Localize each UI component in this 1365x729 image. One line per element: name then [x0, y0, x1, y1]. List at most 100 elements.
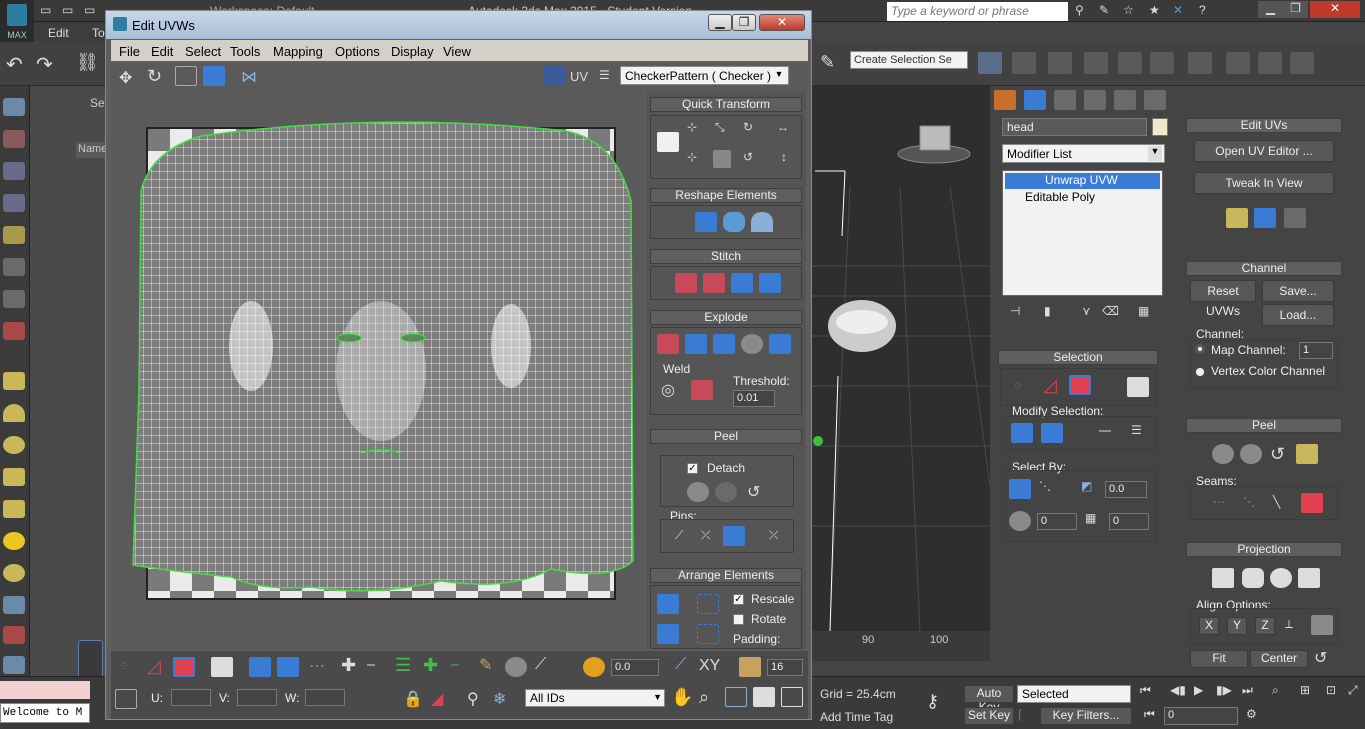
graphite-icon[interactable]	[1084, 52, 1108, 74]
help-icon[interactable]: ?	[1199, 3, 1206, 17]
rotate-ccw-icon[interactable]: ↺	[743, 150, 753, 164]
menu-file[interactable]: File	[119, 44, 140, 59]
object-name-field[interactable]: head	[1002, 118, 1147, 136]
soft-selection-icon[interactable]	[583, 657, 605, 677]
time-config-icon[interactable]: ⚙	[1246, 707, 1257, 721]
relax-icon[interactable]	[723, 212, 745, 232]
layer-icon[interactable]	[1048, 52, 1072, 74]
curve-editor-icon[interactable]	[1118, 52, 1142, 74]
atom-icon[interactable]	[3, 626, 25, 644]
display-tab-icon[interactable]	[1114, 90, 1136, 110]
grid-icon[interactable]	[3, 194, 25, 212]
mirror-icon[interactable]	[978, 52, 1002, 74]
quick-peel-icon[interactable]	[1212, 444, 1234, 464]
stack-item-editable-poly[interactable]: Editable Poly	[1005, 190, 1160, 206]
new-file-icon[interactable]: ▭	[40, 3, 51, 17]
paint-select-icon[interactable]: ✎	[479, 655, 492, 675]
disc-icon[interactable]	[3, 564, 25, 582]
u-spinner[interactable]	[171, 689, 211, 706]
menu-options[interactable]: Options	[335, 44, 380, 59]
application-button[interactable]: MAX	[0, 0, 34, 42]
space-vertical-icon[interactable]: ↕	[781, 150, 787, 164]
reset-uvws-button[interactable]: Reset UVWs	[1190, 280, 1256, 318]
render-setup-icon[interactable]	[1226, 52, 1250, 74]
uv-mode-label[interactable]: UV	[570, 69, 588, 84]
straighten-selection-icon[interactable]	[695, 212, 717, 232]
point-to-point-seam-icon[interactable]: ⋯	[1213, 495, 1225, 509]
texture-dropdown[interactable]: CheckerPattern ( Checker ) ▼	[620, 66, 789, 85]
menu-select[interactable]: Select	[185, 44, 221, 59]
arrange-elements-rollout[interactable]: Arrange Elements	[650, 568, 802, 583]
stitch-to-source-icon[interactable]	[703, 273, 725, 293]
cone-icon[interactable]	[3, 500, 25, 518]
peel-mode-uv-icon[interactable]	[715, 482, 737, 502]
menu-tools[interactable]: Tools	[230, 44, 260, 59]
rescale-checkbox[interactable]: ✓	[733, 594, 744, 605]
cylindrical-projection-icon[interactable]	[1242, 568, 1264, 588]
exchange-icon[interactable]: ✕	[1173, 3, 1183, 17]
auto-key-button[interactable]: Auto Key	[964, 685, 1014, 714]
space-horizontal-icon[interactable]: ↔	[777, 120, 789, 134]
hemisphere-icon[interactable]	[3, 404, 25, 422]
select-by-angle-spinner[interactable]: 0.0	[1105, 481, 1147, 498]
soft-selection-value[interactable]: 0.0	[611, 659, 659, 676]
stitch-to-target-icon[interactable]	[759, 273, 781, 293]
save-file-icon[interactable]: ▭	[84, 3, 95, 17]
weld-target-icon[interactable]	[691, 380, 713, 400]
v-spinner[interactable]	[237, 689, 277, 706]
align-horizontal-icon[interactable]: ⊹	[687, 120, 697, 134]
rotate-checkbox[interactable]	[733, 614, 744, 625]
menu-view[interactable]: View	[443, 44, 471, 59]
select-by-angle-icon[interactable]: ◩	[1081, 479, 1092, 493]
selection-rollout-title[interactable]: Selection	[998, 350, 1158, 365]
stack-item-unwrap-uvw[interactable]: Unwrap UVW	[1005, 173, 1160, 189]
reset-projection-icon[interactable]: ↺	[1314, 648, 1327, 668]
material-icon[interactable]	[3, 130, 25, 148]
window-close-button[interactable]: ✕	[759, 14, 805, 31]
bone-icon[interactable]	[3, 656, 25, 674]
flatten-by-polygon-icon[interactable]	[657, 334, 679, 354]
object-color-swatch[interactable]	[1152, 118, 1168, 136]
redo-icon[interactable]: ↷	[36, 52, 53, 77]
close-button[interactable]: ✕	[1310, 1, 1360, 18]
absolute-mode-icon[interactable]	[115, 689, 137, 709]
pack-together-icon[interactable]	[657, 624, 679, 644]
hierarchy-tab-icon[interactable]	[1054, 90, 1076, 110]
tweak-in-view-button[interactable]: Tweak In View	[1194, 172, 1334, 194]
zoom-uv-icon[interactable]: ⌕	[699, 687, 709, 708]
configure-sets-icon[interactable]: ▦	[1138, 304, 1149, 318]
freeform-icon[interactable]	[203, 66, 225, 86]
peel-rollout[interactable]: Peel	[650, 429, 802, 444]
edge-mode-icon[interactable]: ◿	[1043, 375, 1057, 396]
menu-mapping[interactable]: Mapping	[273, 44, 323, 59]
align-vertical-icon[interactable]: ⊹	[687, 150, 697, 164]
center-button[interactable]: Center	[1250, 650, 1308, 668]
shrink-selection-icon[interactable]	[1041, 423, 1063, 443]
map-channel-spinner[interactable]: 1	[1299, 342, 1333, 359]
binoculars-icon[interactable]: ⚲	[1075, 3, 1084, 17]
grow-uv-icon[interactable]	[249, 657, 271, 677]
reset-peel-icon[interactable]: ↺	[1270, 444, 1285, 465]
auto-pin-icon[interactable]: ⤫	[769, 528, 779, 543]
select-by-element-icon[interactable]	[1009, 479, 1031, 499]
load-button[interactable]: Load...	[1262, 304, 1334, 326]
polygon-subobject-icon[interactable]	[173, 657, 195, 677]
ribbon-icon[interactable]	[3, 596, 25, 614]
material-editor-icon[interactable]	[1188, 52, 1212, 74]
key-mode-icon[interactable]: ⏮	[1144, 707, 1155, 722]
show-end-result-icon[interactable]: ▮	[1044, 304, 1051, 318]
align-z-button[interactable]: Z	[1255, 617, 1275, 635]
menu-tools[interactable]: To	[92, 26, 105, 40]
align-icon[interactable]	[1012, 52, 1036, 74]
element-subobject-icon[interactable]	[211, 657, 233, 677]
stitch-custom-icon[interactable]	[675, 273, 697, 293]
shrink-uv-icon[interactable]	[277, 657, 299, 677]
zoom-all-icon[interactable]: ⊞	[1300, 683, 1310, 697]
set-key-button[interactable]: Set Key	[964, 707, 1014, 725]
modifier-list-dropdown[interactable]: Modifier List ▼	[1002, 144, 1165, 163]
peel-icon[interactable]	[1240, 444, 1262, 464]
view-align-icon[interactable]	[1311, 615, 1333, 635]
open-uv-editor-button[interactable]: Open UV Editor ...	[1194, 140, 1334, 162]
quick-peel-uv-icon[interactable]	[687, 482, 709, 502]
edit-pins-icon[interactable]: ⟋	[675, 528, 683, 543]
